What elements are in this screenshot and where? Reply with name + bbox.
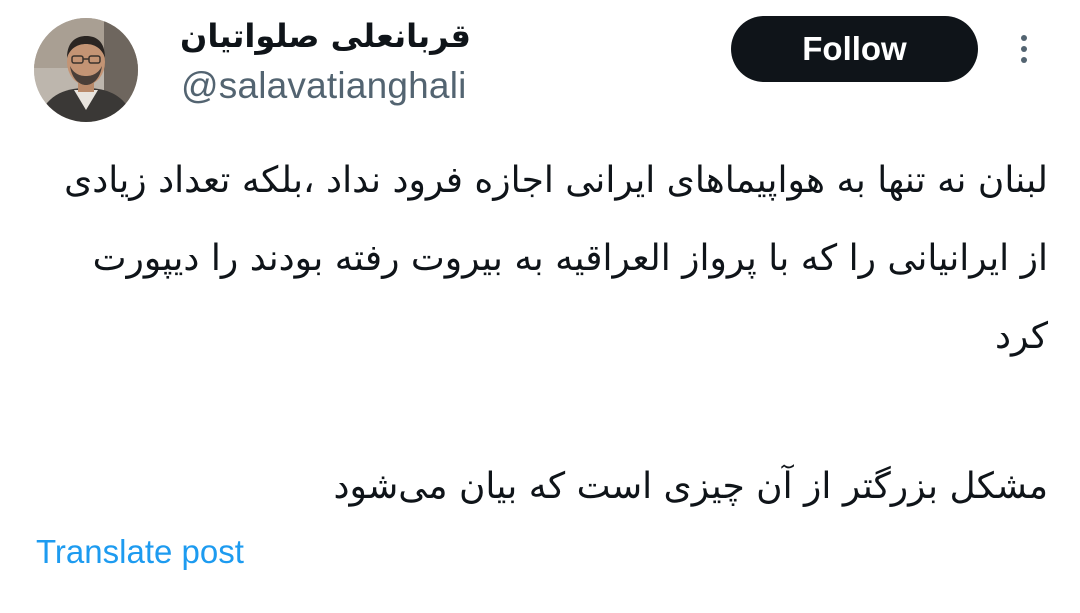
translate-post-link[interactable]: Translate post [36,528,244,576]
profile-photo-icon [34,18,138,122]
avatar[interactable] [34,18,138,122]
follow-button[interactable]: Follow [731,16,978,82]
post-text: لبنان نه تنها به هواپیماهای ایرانی اجازه… [40,142,1048,526]
author-handle[interactable]: @salavatianghali [181,62,467,110]
tweet-card: قربانعلی صلواتیان @salavatianghali Follo… [0,0,1080,613]
post-paragraph: مشکل بزرگتر از آن چیزی است که بیان می‌شو… [333,466,1048,507]
author-display-name[interactable]: قربانعلی صلواتیان [180,12,480,60]
post-paragraph: لبنان نه تنها به هواپیماهای ایرانی اجازه… [52,160,1048,357]
more-vertical-icon[interactable] [1010,30,1038,70]
